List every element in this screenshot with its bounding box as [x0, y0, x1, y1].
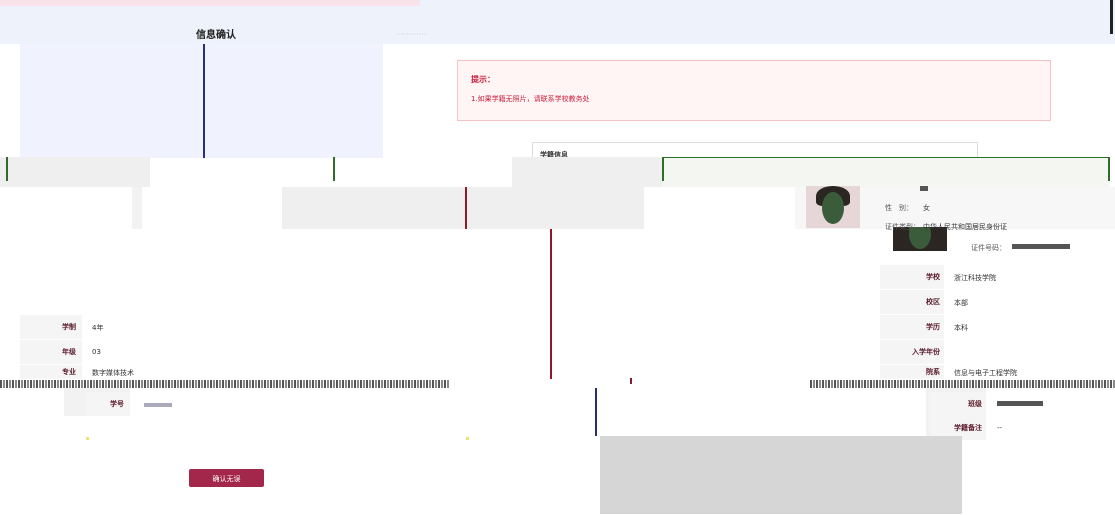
student-photo: [806, 186, 860, 228]
school-label: 学校: [880, 265, 944, 289]
glitch-block: [600, 436, 962, 514]
grade-value: 03: [92, 348, 101, 356]
confirm-button[interactable]: 确认无误: [189, 469, 264, 487]
glitch-line: [630, 378, 632, 384]
remark-value: --: [997, 424, 1003, 432]
glitch-tick: [662, 157, 664, 181]
duration-label: 学制: [20, 315, 82, 339]
id-type-label: 证件类型：: [885, 223, 920, 231]
window-edge: [1110, 0, 1113, 34]
glitch-block: [0, 157, 150, 187]
id-number-label: 证件号码：: [971, 244, 1006, 252]
duration-value: 4年: [92, 324, 104, 332]
student-id-redacted: [144, 403, 172, 407]
department-label: 院系: [880, 365, 944, 379]
school-value: 浙江科技学院: [954, 274, 996, 282]
hint-message: 1.如果学籍无照片，请联系学校教务处: [471, 95, 590, 103]
info-section-frame: [532, 142, 978, 158]
glitch-line: [550, 229, 552, 379]
glitch-block: [282, 187, 644, 229]
campus-label: 校区: [880, 290, 944, 314]
header-accent-strip: [0, 0, 420, 6]
header-faint-text: ············: [396, 30, 427, 39]
glitch-tick: [1108, 157, 1110, 181]
hint-title: 提示：: [471, 75, 495, 84]
glitch-dot: [86, 437, 89, 440]
glitch-stripe: [0, 380, 450, 388]
top-header-bar: [0, 0, 1115, 44]
major-label: 专业: [20, 365, 82, 379]
gender-label: 性 别：: [885, 204, 913, 212]
glitch-block: [662, 157, 1110, 187]
class-label: 班级: [930, 392, 986, 416]
glitch-stripe: [810, 380, 1115, 388]
left-panel: [20, 44, 383, 158]
education-value: 本科: [954, 324, 968, 332]
department-value: 信息与电子工程学院: [954, 369, 1017, 377]
glitch-block: [132, 187, 142, 229]
glitch-tick: [6, 157, 8, 181]
enroll-year-label: 入学年份: [880, 340, 944, 364]
glitch-dot: [466, 437, 469, 440]
education-label: 学历: [880, 315, 944, 339]
campus-value: 本部: [954, 299, 968, 307]
grade-label: 年级: [20, 340, 82, 364]
major-value: 数字媒体技术: [92, 369, 134, 377]
glitch-line: [465, 187, 467, 229]
name-value-redacted: [920, 186, 928, 191]
hint-box: [457, 60, 1051, 121]
panel-divider: [203, 44, 205, 158]
glitch-line: [595, 388, 597, 436]
id-number-redacted: [1012, 244, 1070, 249]
id-type-value: 中华人民共和国居民身份证: [923, 223, 1007, 231]
class-value-redacted: [997, 401, 1043, 406]
student-id-label: 学号: [86, 392, 130, 416]
photo-face: [822, 192, 844, 224]
glitch-tick: [333, 157, 335, 181]
glitch-block: [512, 157, 662, 187]
gender-value: 女: [923, 204, 930, 212]
page-title: 信息确认: [196, 30, 236, 41]
